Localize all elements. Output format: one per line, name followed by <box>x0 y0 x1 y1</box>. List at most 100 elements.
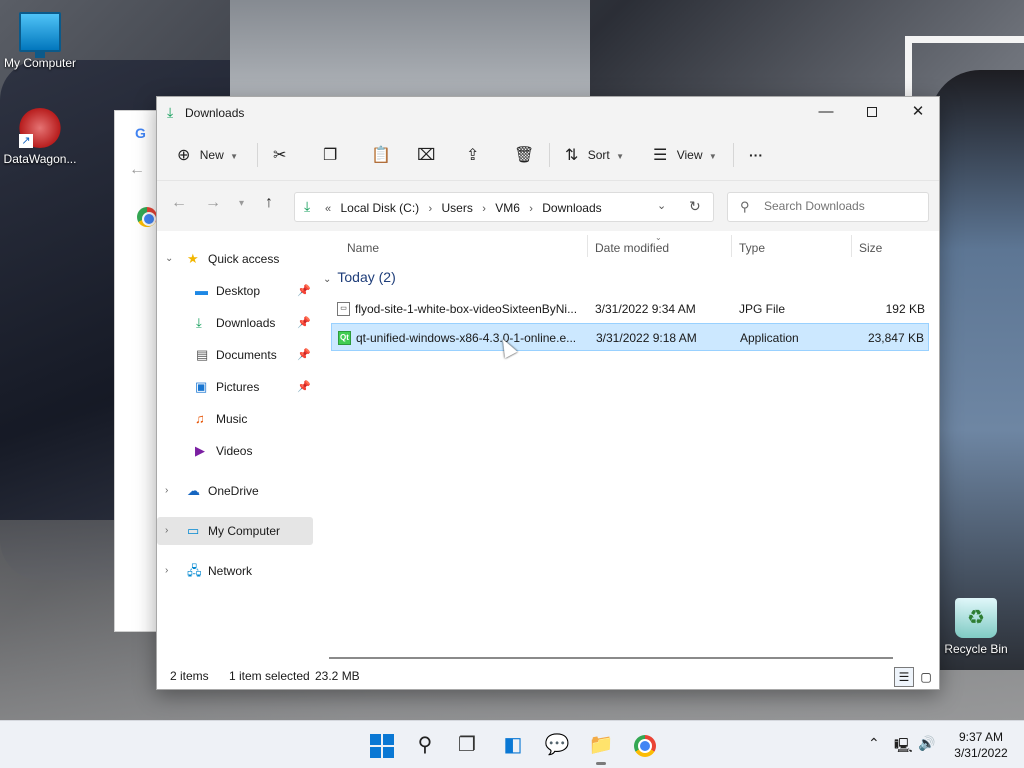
nav-item-desktop[interactable]: ▬ Desktop 📌 <box>157 277 313 305</box>
column-header-date[interactable]: Date modified <box>595 241 669 255</box>
horizontal-scrollbar[interactable] <box>329 657 893 659</box>
rename-button[interactable]: ⌧ <box>417 141 435 169</box>
more-options-button[interactable]: ··· <box>749 141 763 169</box>
sort-button[interactable]: ⇅ Sort ▼ <box>565 141 624 169</box>
divider <box>733 143 734 167</box>
breadcrumb-local-disk[interactable]: Local Disk (C:) <box>340 201 419 215</box>
back-arrow-icon: ← <box>129 161 145 178</box>
chevron-down-icon[interactable]: ⌄ <box>657 199 666 212</box>
start-button[interactable] <box>367 731 395 759</box>
column-header-size[interactable]: Size <box>859 241 882 255</box>
nav-item-downloads[interactable]: ⤓ Downloads 📌 <box>157 309 313 337</box>
chrome-icon[interactable] <box>631 731 659 759</box>
maximize-button[interactable] <box>849 97 895 129</box>
widgets-icon[interactable]: ◧ <box>499 731 527 759</box>
column-header-type[interactable]: Type <box>739 241 765 255</box>
view-button[interactable]: ☰ View ▼ <box>653 141 717 169</box>
desktop-icon-datawagon[interactable]: ↗ DataWagon... <box>0 108 80 166</box>
breadcrumb-separator-icon: › <box>482 203 486 215</box>
delete-button[interactable]: 🗑 <box>514 141 534 169</box>
breadcrumb-downloads[interactable]: Downloads <box>542 201 601 215</box>
recent-locations-chevron-icon[interactable]: ▾ <box>239 198 244 209</box>
group-header-today[interactable]: ⌄ Today (2) <box>323 269 396 285</box>
scissors-icon: ✂ <box>273 146 287 164</box>
pin-icon[interactable]: 📌 <box>297 277 311 305</box>
status-bar: 2 items 1 item selected 23.2 MB ☰ ▢ <box>157 665 939 689</box>
chevron-down-icon[interactable]: ⌄ <box>165 245 173 273</box>
share-button[interactable]: ⇪ <box>466 141 479 169</box>
close-button[interactable]: ✕ <box>895 97 941 129</box>
desktop-icon-recycle-bin[interactable]: ♻ Recycle Bin <box>936 598 1016 656</box>
paste-button[interactable]: 📋 <box>371 141 391 169</box>
pin-icon[interactable]: 📌 <box>297 341 311 369</box>
nav-item-onedrive[interactable]: › ☁ OneDrive <box>157 477 313 505</box>
column-divider[interactable] <box>731 235 732 257</box>
music-icon: ♫ <box>195 411 205 426</box>
chevron-right-icon[interactable]: › <box>165 557 168 585</box>
overflow-chevron-icon[interactable]: « <box>325 203 331 215</box>
network-monitor-icon[interactable]: 🖳 <box>894 735 913 759</box>
clock[interactable]: 9:37 AM 3/31/2022 <box>948 729 1014 761</box>
tiles-view-button[interactable]: ▢ <box>916 667 936 687</box>
chrome-icon <box>137 207 157 227</box>
chevron-right-icon[interactable]: › <box>165 477 168 505</box>
nav-item-network[interactable]: › 🖧 Network <box>157 557 313 585</box>
details-view-button[interactable]: ☰ <box>894 667 914 687</box>
nav-item-pictures[interactable]: ▣ Pictures 📌 <box>157 373 313 401</box>
search-icon[interactable]: ⚲ <box>411 731 439 759</box>
download-folder-icon: ⤓ <box>167 104 174 120</box>
address-bar[interactable]: ⤓ « Local Disk (C:) › Users › VM6 › Down… <box>294 192 714 222</box>
up-arrow-icon[interactable]: ↑ <box>265 194 273 212</box>
pictures-icon: ▣ <box>195 379 208 394</box>
new-button[interactable]: ⊕ New ▼ <box>177 141 238 169</box>
desktop-icon-my-computer[interactable]: My Computer <box>0 12 80 70</box>
breadcrumb-vm6[interactable]: VM6 <box>495 201 520 215</box>
nav-quick-access[interactable]: ⌄ ★ Quick access <box>157 245 313 273</box>
star-icon: ★ <box>187 251 199 266</box>
taskbar: ⚲ ❐ ◧ 💬 📁 ⌃ 🖳 🔊 9:37 AM 3/31/2022 <box>0 720 1024 768</box>
refresh-icon[interactable]: ↻ <box>689 198 701 215</box>
chevron-up-icon[interactable]: ⌃ <box>868 735 880 752</box>
group-label: Today (2) <box>337 269 396 285</box>
forward-arrow-icon[interactable]: → <box>205 194 221 212</box>
search-input[interactable] <box>764 199 920 213</box>
task-view-icon[interactable]: ❐ <box>453 731 481 759</box>
nav-item-music[interactable]: ♫ Music <box>157 405 313 433</box>
file-row-selected[interactable]: Qt qt-unified-windows-x86-4.3.0-1-online… <box>331 323 929 351</box>
trash-icon: 🗑 <box>514 146 535 164</box>
chevron-down-icon: ⌄ <box>323 274 332 285</box>
breadcrumb-users[interactable]: Users <box>442 201 473 215</box>
pin-icon[interactable]: 📌 <box>297 373 311 401</box>
file-row[interactable]: ▭ flyod-site-1-white-box-videoSixteenByN… <box>331 295 929 323</box>
search-box[interactable]: ⚲ <box>727 192 929 222</box>
minimize-button[interactable]: — <box>803 97 849 129</box>
column-divider[interactable] <box>851 235 852 257</box>
chevron-right-icon[interactable]: › <box>165 517 168 545</box>
back-arrow-icon[interactable]: ← <box>171 194 187 212</box>
breadcrumb-separator-icon: › <box>428 203 433 215</box>
file-explorer-icon[interactable]: 📁 <box>587 731 615 765</box>
pin-icon[interactable]: 📌 <box>297 309 311 337</box>
volume-icon[interactable]: 🔊 <box>918 735 935 752</box>
desktop-icon-label: My Computer <box>3 56 77 70</box>
file-name: flyod-site-1-white-box-videoSixteenByNi.… <box>355 302 578 316</box>
nav-item-videos[interactable]: ▶ Videos <box>157 437 313 465</box>
cut-button[interactable]: ✂ <box>273 141 286 169</box>
nav-item-documents[interactable]: ▤ Documents 📌 <box>157 341 313 369</box>
desktop-icon-label: DataWagon... <box>3 152 77 166</box>
chevron-down-icon: ▼ <box>616 152 625 161</box>
navigation-pane: ⌄ ★ Quick access ▬ Desktop 📌 ⤓ Downloads… <box>157 231 317 661</box>
windows-logo-tile <box>370 747 381 758</box>
chat-icon[interactable]: 💬 <box>543 731 571 759</box>
divider <box>257 143 258 167</box>
copy-button[interactable]: ❐ <box>323 141 337 169</box>
column-header-name[interactable]: Name <box>347 241 379 255</box>
desktop-icon: ▬ <box>195 283 208 298</box>
nav-item-my-computer[interactable]: › ▭ My Computer <box>157 517 313 545</box>
windows-logo-tile <box>383 734 394 745</box>
file-type: Application <box>740 331 799 345</box>
file-name: qt-unified-windows-x86-4.3.0-1-online.e.… <box>356 331 577 345</box>
title-bar[interactable]: ⤓ Downloads — ✕ <box>157 97 939 129</box>
column-divider[interactable] <box>587 235 588 257</box>
tiles-view-icon: ▢ <box>920 670 932 684</box>
